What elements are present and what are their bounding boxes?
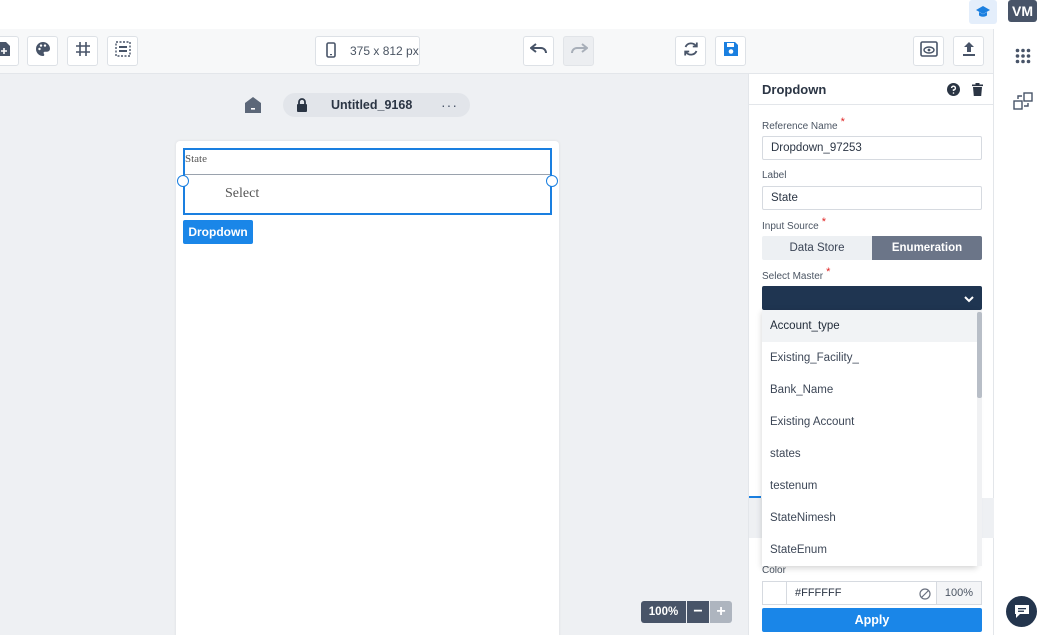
option-item[interactable]: states (762, 438, 977, 470)
design-canvas[interactable]: Untitled_9168 ··· State Select Dropdown … (0, 74, 748, 635)
editor-toolbar: 375 x 812 px (0, 29, 993, 74)
required-marker: * (821, 216, 826, 228)
undo-button[interactable] (523, 36, 554, 66)
save-button[interactable] (715, 36, 746, 66)
color-swatch[interactable] (763, 582, 787, 604)
data-store-option[interactable]: Data Store (762, 236, 872, 260)
refresh-button[interactable] (675, 36, 706, 66)
dropdown-widget[interactable]: State Select (177, 148, 558, 215)
preview-icon (919, 40, 938, 62)
label-input[interactable]: State (762, 186, 982, 210)
dropdown-button-widget[interactable]: Dropdown (183, 220, 253, 244)
help-icon[interactable] (947, 83, 960, 96)
redo-button[interactable] (563, 36, 594, 66)
grid-toggle-button[interactable] (67, 36, 98, 66)
more-options-button[interactable]: ··· (441, 97, 458, 113)
home-icon[interactable] (243, 95, 263, 115)
theme-button[interactable] (27, 36, 58, 66)
undo-icon (528, 42, 548, 60)
apply-button[interactable]: Apply (762, 608, 982, 632)
panel-title: Dropdown (762, 82, 827, 97)
color-field: #FFFFFF 100% (762, 581, 982, 605)
properties-panel: Dropdown Reference Name * Dropdown_97253 … (748, 74, 994, 635)
dropdown-widget-placeholder: Select (225, 186, 260, 201)
select-area-icon (114, 40, 131, 62)
option-item[interactable]: StateNimesh (762, 502, 977, 534)
page-title-pill[interactable]: Untitled_9168 ··· (283, 93, 470, 117)
hidden-tab-indicator (749, 474, 761, 498)
user-avatar[interactable]: VM (1008, 0, 1037, 22)
top-header: VM (0, 0, 1051, 29)
phone-frame: State Select Dropdown (176, 141, 559, 635)
select-master-label: Select Master * (762, 266, 830, 282)
color-hex-input[interactable]: #FFFFFF (795, 587, 913, 599)
opacity-input[interactable]: 100% (936, 582, 981, 604)
option-item[interactable]: Account_type (762, 310, 977, 342)
right-rail (993, 29, 1051, 635)
zoom-in-button[interactable]: + (710, 601, 732, 623)
grid-icon (75, 41, 91, 62)
input-source-toggle: Data Store Enumeration (762, 236, 982, 260)
label-field-label: Label (762, 170, 787, 181)
reference-name-input[interactable]: Dropdown_97253 (762, 136, 982, 160)
select-master-label-text: Select Master (762, 271, 824, 282)
chevron-down-icon (963, 292, 975, 304)
add-page-icon (0, 41, 11, 62)
preview-button[interactable] (913, 36, 944, 66)
select-master-dropdown[interactable] (762, 286, 982, 310)
trash-icon[interactable] (972, 83, 984, 96)
option-item[interactable]: StateEnum (762, 534, 977, 566)
palette-icon (35, 41, 51, 62)
select-area-button[interactable] (107, 36, 138, 66)
scrollbar-thumb[interactable] (977, 312, 982, 398)
option-item[interactable]: Bank_Name (762, 374, 977, 406)
reference-name-label-text: Reference Name (762, 121, 838, 132)
option-item[interactable]: Existing Account (762, 406, 977, 438)
lock-icon[interactable] (295, 98, 309, 112)
redo-icon (570, 42, 589, 60)
zoom-level: 100% (641, 601, 686, 623)
divider (185, 174, 550, 175)
zoom-out-button[interactable]: − (687, 601, 709, 623)
select-master-options: Account_type Existing_Facility_ Bank_Nam… (762, 310, 977, 566)
add-page-button[interactable] (0, 36, 19, 66)
options-scrollbar[interactable] (977, 310, 982, 566)
data-mapping-icon[interactable] (1011, 89, 1035, 113)
save-icon (723, 41, 739, 62)
panel-header: Dropdown (749, 74, 994, 105)
apps-grid-icon[interactable] (1011, 44, 1035, 68)
phone-icon (326, 41, 336, 61)
resize-handle-right[interactable] (546, 175, 558, 187)
export-icon (962, 41, 976, 62)
required-marker: * (840, 116, 845, 128)
page-title: Untitled_9168 (331, 98, 413, 112)
option-item[interactable]: Existing_Facility_ (762, 342, 977, 374)
export-button[interactable] (953, 36, 984, 66)
color-label: Color (762, 565, 786, 576)
chat-icon[interactable] (1006, 596, 1037, 627)
graduation-cap-icon[interactable] (969, 0, 997, 24)
device-size-selector[interactable]: 375 x 812 px (315, 36, 420, 66)
enumeration-option[interactable]: Enumeration (872, 236, 982, 260)
resize-handle-left[interactable] (177, 175, 189, 187)
input-source-label-text: Input Source (762, 221, 819, 232)
required-marker: * (826, 266, 831, 278)
zoom-control: 100% − + (641, 601, 732, 623)
device-size-label: 375 x 812 px (350, 44, 419, 58)
no-color-icon[interactable] (919, 587, 931, 600)
refresh-icon (683, 41, 699, 62)
option-item[interactable]: testenum (762, 470, 977, 502)
input-source-label: Input Source * (762, 216, 826, 232)
dropdown-widget-label: State (185, 153, 207, 165)
reference-name-label: Reference Name * (762, 116, 845, 132)
